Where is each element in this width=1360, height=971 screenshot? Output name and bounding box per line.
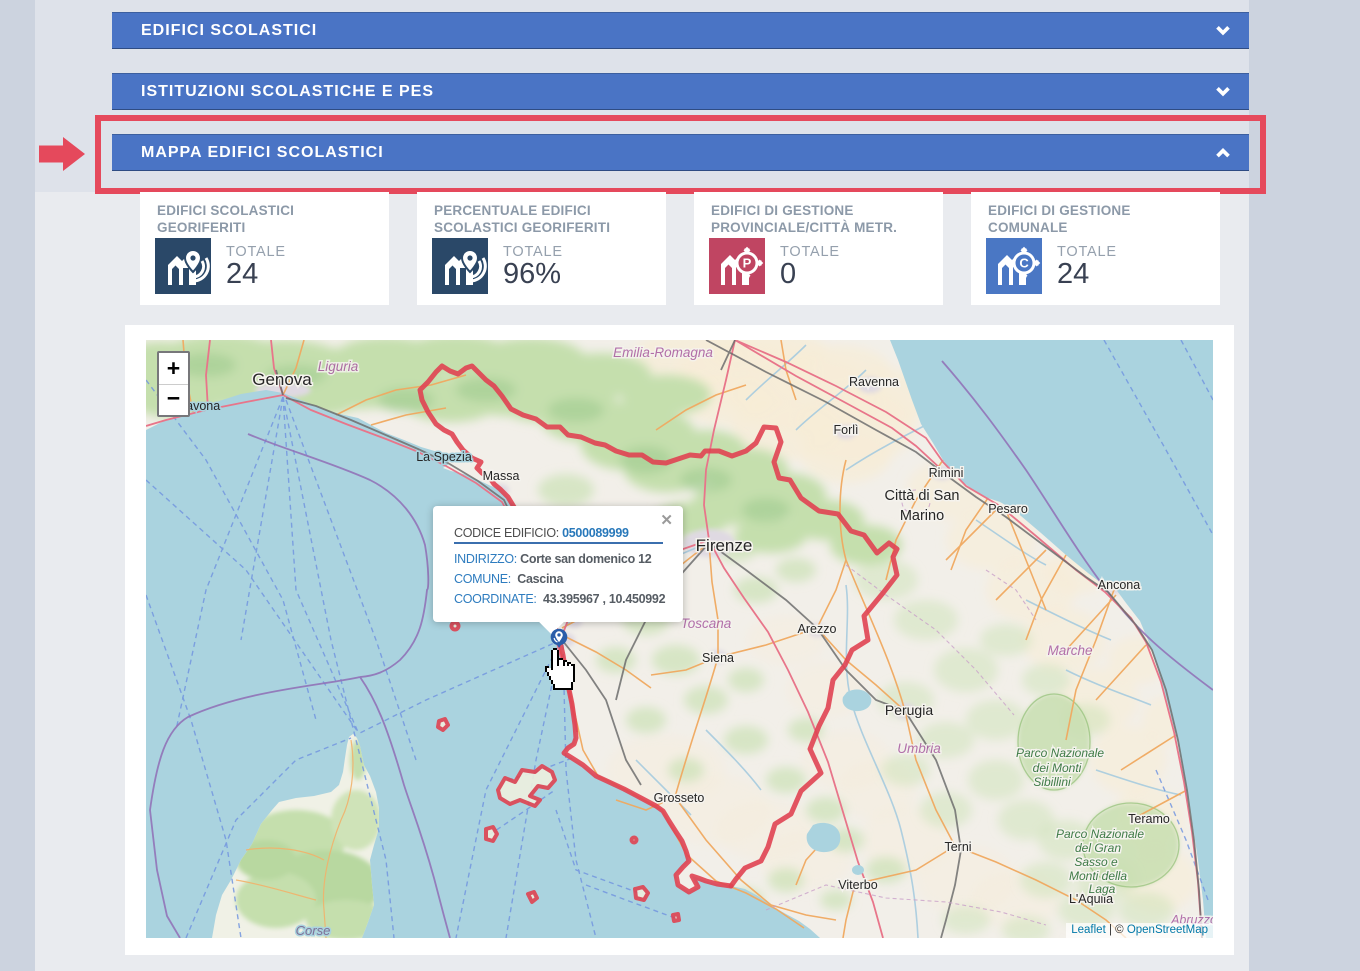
svg-text:Laga: Laga [1089,882,1116,896]
svg-text:Pesaro: Pesaro [988,502,1028,516]
svg-text:Terni: Terni [944,840,971,854]
svg-text:Firenze: Firenze [696,536,753,555]
svg-text:Marino: Marino [900,508,944,524]
svg-text:Massa: Massa [483,469,520,483]
svg-text:Perugia: Perugia [885,702,933,718]
svg-text:Toscana: Toscana [681,616,732,631]
svg-text:Rimini: Rimini [929,466,964,480]
svg-text:Sasso e: Sasso e [1074,855,1118,869]
svg-text:Parco Nazionale: Parco Nazionale [1016,746,1104,760]
svg-text:Forlì: Forlì [834,423,859,437]
svg-text:del Gran: del Gran [1075,841,1121,855]
svg-text:La Spezia: La Spezia [416,450,472,464]
svg-text:Ancona: Ancona [1098,578,1140,592]
svg-text:Città di San: Città di San [885,488,960,504]
svg-text:P: P [743,256,752,271]
svg-text:Viterbo: Viterbo [838,878,877,892]
svg-text:C: C [1019,256,1029,271]
svg-text:dei Monti: dei Monti [1033,761,1082,775]
svg-text:Ravenna: Ravenna [849,375,899,389]
svg-text:Liguria: Liguria [318,359,359,374]
svg-text:Parco Nazionale: Parco Nazionale [1056,827,1144,841]
svg-text:Corse: Corse [296,923,331,938]
svg-text:Marche: Marche [1047,643,1092,658]
svg-text:Teramo: Teramo [1128,812,1170,826]
svg-text:Monti della: Monti della [1069,869,1127,883]
svg-text:Emilia-Romagna: Emilia-Romagna [613,345,713,360]
svg-text:Siena: Siena [702,651,734,665]
svg-text:Genova: Genova [252,370,312,389]
svg-text:Umbria: Umbria [897,741,941,756]
svg-text:Arezzo: Arezzo [798,622,837,636]
svg-text:Grosseto: Grosseto [654,791,705,805]
svg-text:Sibillini: Sibillini [1033,775,1071,789]
